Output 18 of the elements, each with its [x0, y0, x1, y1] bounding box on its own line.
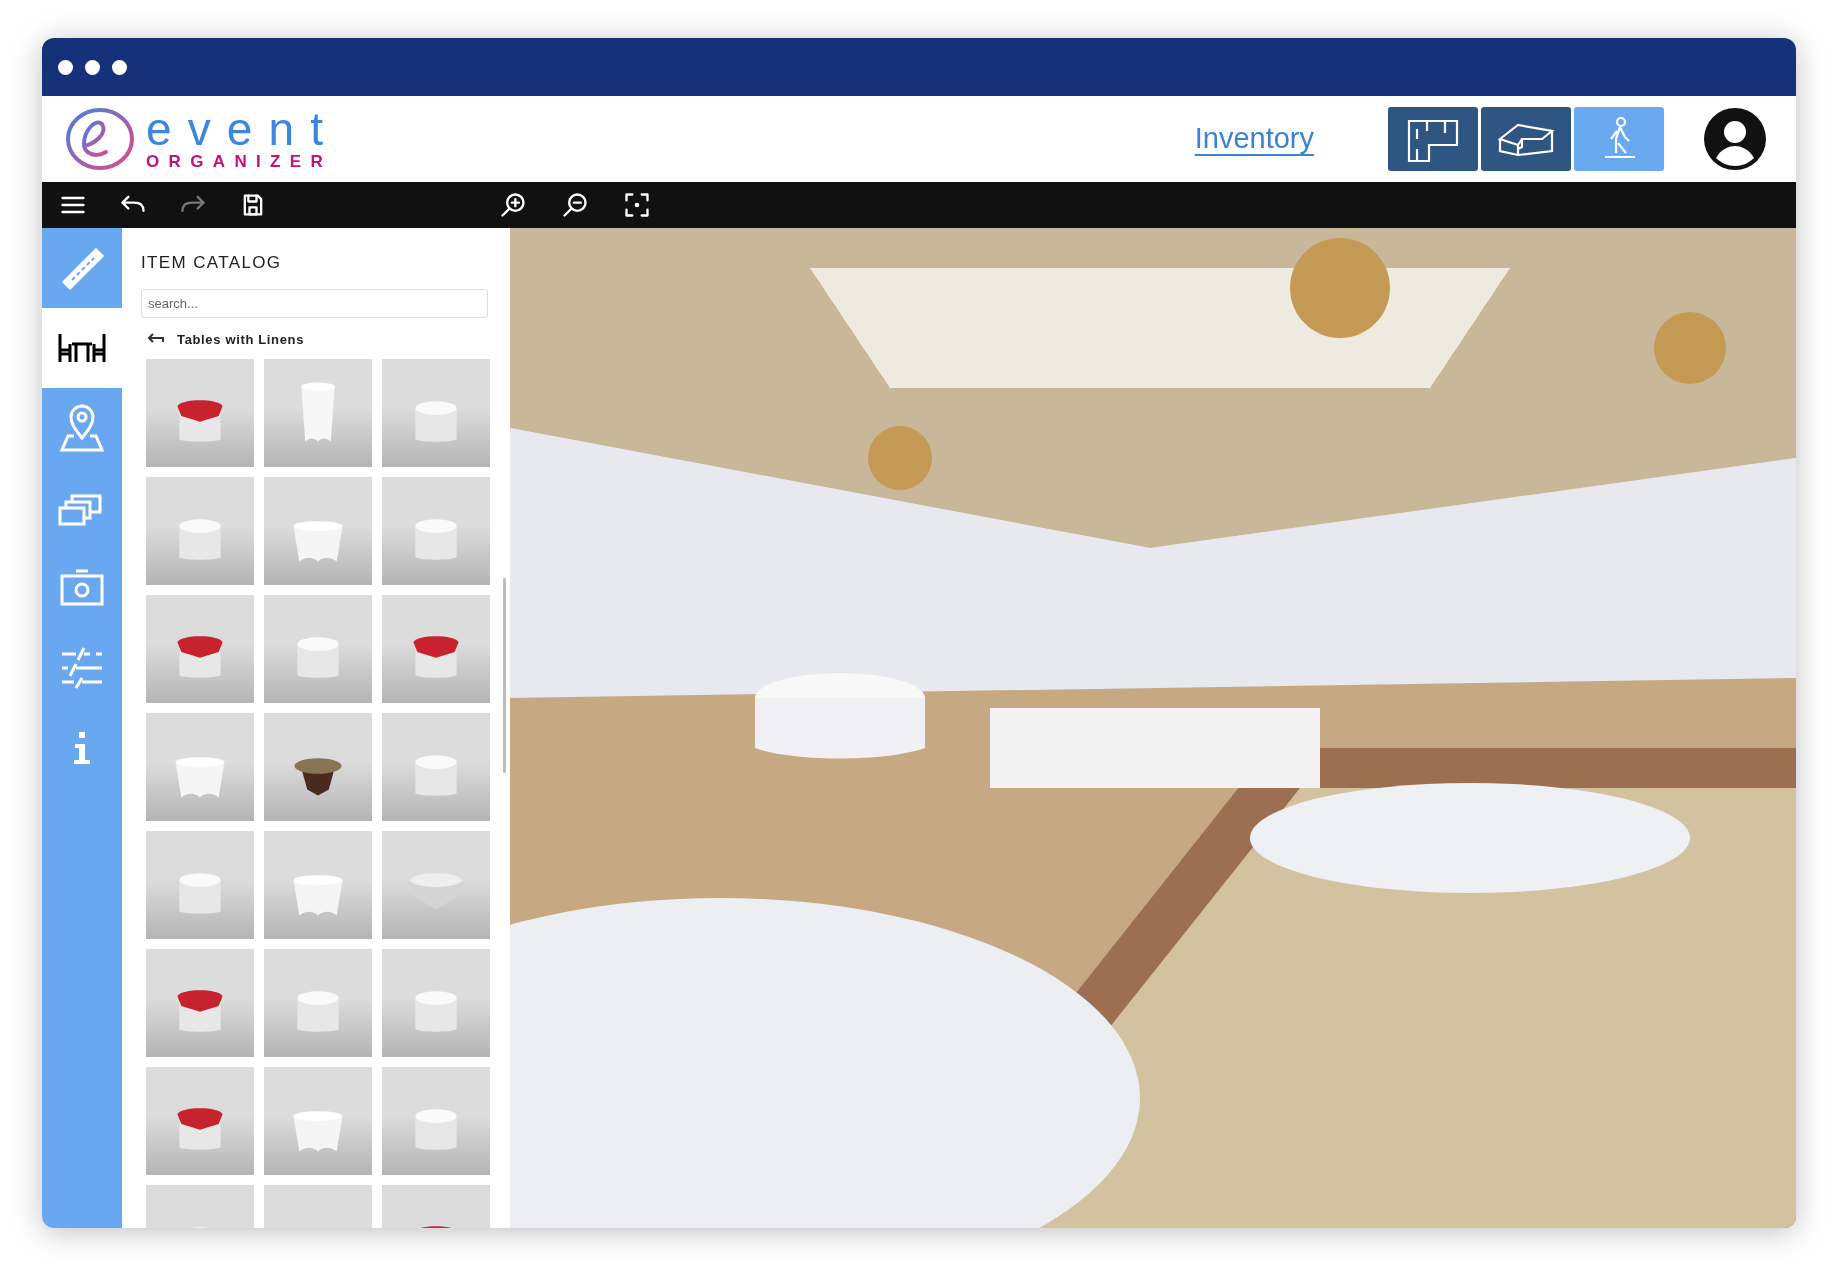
view-mode-button[interactable]: [1388, 107, 1478, 171]
category-title: Tables with Linens: [177, 330, 305, 349]
search-field[interactable]: search...: [141, 288, 488, 318]
user-avatar-icon[interactable]: [1704, 108, 1766, 170]
zoom-in-icon: [499, 191, 527, 219]
info-icon: [74, 732, 90, 764]
logo-icon: [64, 106, 136, 172]
toolbar-button[interactable]: [499, 191, 527, 219]
view-mode-button[interactable]: [1481, 107, 1571, 171]
sidebar-item[interactable]: [42, 308, 122, 388]
zoom-out-icon: [561, 191, 589, 219]
inventory-link[interactable]: Inventory: [1194, 117, 1314, 161]
toolbar-button[interactable]: [623, 191, 651, 219]
fit-screen-icon: [623, 191, 651, 219]
logo-subtitle: ORGANIZER: [146, 152, 334, 170]
toolbar-button[interactable]: [561, 191, 589, 219]
logo-title: event: [146, 108, 340, 149]
catalog-title: ITEM CATALOG: [141, 252, 283, 274]
